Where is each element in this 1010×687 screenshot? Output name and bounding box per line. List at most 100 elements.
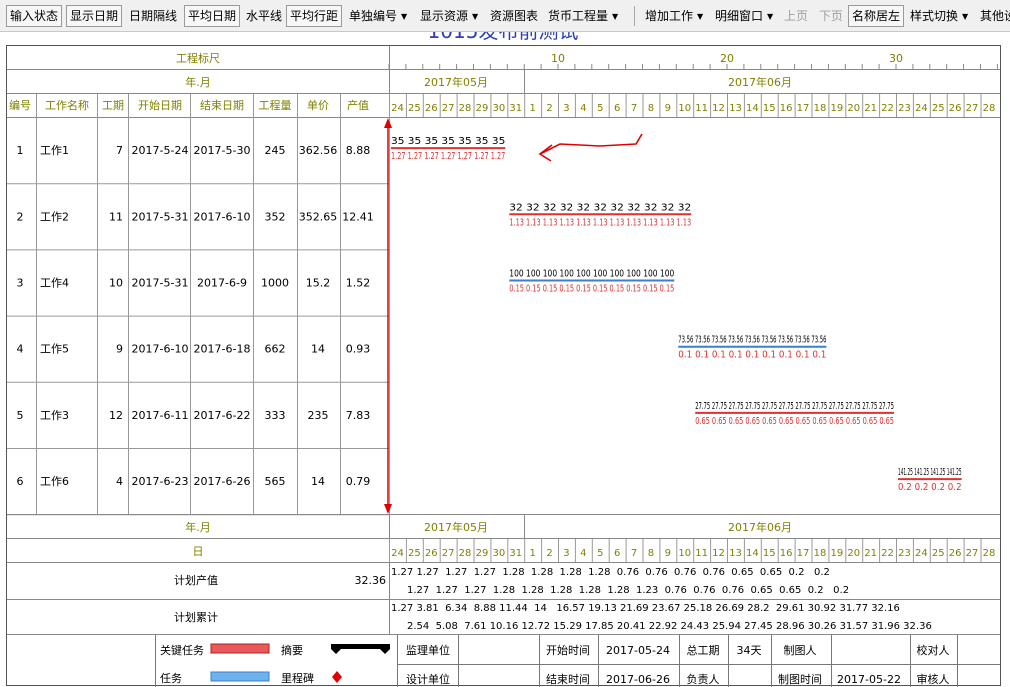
today-arrow-bottom [384,504,392,514]
bar-bottom-values: 0.65 0.65 0.65 0.65 0.65 0.65 0.65 0.65 … [695,416,894,427]
table-row[interactable]: 6 工作6 4 2017-6-23 2017-6-26 565 14 0.79 [17,475,371,488]
day-cell: 21 [864,103,877,114]
task-id: 5 [17,409,24,422]
day-cell: 24 [915,548,928,559]
detail-window-dropdown[interactable]: 明细窗口 ▼ [711,5,777,27]
day-cell: 14 [746,548,759,559]
day-cell: 8 [648,548,654,559]
avg-row-button[interactable]: 平均行距 [286,5,343,27]
scale-tick-20: 20 [720,52,734,65]
day-cell: 2 [546,548,552,559]
table-row[interactable]: 1 工作1 7 2017-5-24 2017-5-30 245 362.56 8.88 [17,144,371,157]
table-row[interactable]: 4 工作5 9 2017-6-10 2017-6-18 662 14 0.93 [17,343,371,356]
prev-page-button[interactable]: 上页 [780,5,812,27]
task-name: 工作4 [40,277,69,290]
day-cell: 14 [746,103,759,114]
toolbar: 输入状态 显示日期 日期隔线 平均日期 水平线 平均行距 单独编号 ▼ 显示资源 ▼… [0,0,1010,32]
day-cell: 15 [763,103,776,114]
task-price: 14 [311,343,325,356]
day-cell: 7 [631,103,637,114]
show-resource-label: 显示资源 [420,9,469,23]
task-name: 工作5 [40,343,69,356]
gantt-sheet: 1015发布前测试 工程标尺 年.月 2017年05月 2017年06月 10 … [6,32,1001,687]
day-cell: 19 [830,548,843,559]
task-value: 8.88 [346,144,371,157]
next-page-button[interactable]: 下页 [815,5,847,27]
year-month-label: 年.月 [185,75,211,89]
task-duration: 12 [109,409,123,422]
task-value: 0.93 [346,343,371,356]
day-cell: 4 [580,103,586,114]
task-duration: 10 [109,277,123,290]
day-cell: 4 [580,548,586,559]
h-line-button[interactable]: 水平线 [242,5,286,27]
task-start: 2017-5-31 [132,277,189,290]
chevron-down-icon: ▼ [962,11,969,21]
task-id: 4 [17,343,24,356]
bar-top-values: 27.75 27.75 27.75 27.75 27.75 27.75 27.7… [695,401,894,412]
task-id: 6 [17,475,24,488]
show-resource-dropdown[interactable]: 显示资源 ▼ [416,5,482,27]
day-cell: 23 [898,103,911,114]
style-switch-dropdown[interactable]: 样式切换 ▼ [906,5,972,27]
task-qty: 565 [265,475,286,488]
responsible-label: 负责人 [687,672,720,686]
bar-bottom-values: 1.13 1.13 1.13 1.13 1.13 1.13 1.13 1.13 … [509,217,691,228]
draw-time-label: 制图时间 [778,673,822,686]
task-qty: 352 [265,210,286,223]
task-qty: 245 [265,144,286,157]
day-cell: 27 [966,103,979,114]
date-interval-button[interactable]: 日期隔线 [125,5,181,27]
bottom-year-month-label: 年.月 [185,520,211,534]
day-cell: 13 [729,548,742,559]
annotation-arrowhead [538,144,553,162]
day-cell: 6 [614,103,620,114]
col-value: 产值 [347,98,369,112]
chevron-down-icon: ▼ [612,11,619,21]
add-work-dropdown[interactable]: 增加工作 ▼ [641,5,707,27]
day-cell: 25 [408,548,421,559]
avg-date-button[interactable]: 平均日期 [184,5,241,27]
task-name: 工作3 [40,409,69,422]
end-time-value: 2017-06-26 [606,673,670,686]
bar-top-values: 35 35 35 35 35 35 35 [391,136,505,147]
day-cell: 25 [932,548,945,559]
toolbar-separator [634,6,635,26]
col-price: 单价 [307,99,329,112]
name-left-button[interactable]: 名称居左 [848,5,905,27]
day-label: 日 [193,545,204,558]
may-label: 2017年05月 [424,75,488,89]
col-id: 编号 [9,98,31,112]
bar-bottom-values: 1.27 1.27 1.27 1.27 1.27 1.27 1.27 [391,151,505,162]
day-cell: 1 [529,548,535,559]
table-row[interactable]: 3 工作4 10 2017-5-31 2017-6-9 1000 15.2 1.52 [17,277,371,290]
day-cell: 28 [459,548,472,559]
day-cell: 1 [529,103,535,114]
day-cell: 27 [442,548,455,559]
day-cell: 17 [797,103,810,114]
day-cell: 28 [983,103,996,114]
day-cell: 5 [597,548,603,559]
other-settings-button[interactable]: 其他设 [976,5,1010,27]
legend-milestone-swatch [332,671,342,683]
task-id: 2 [17,210,24,223]
chevron-down-icon: ▼ [697,11,704,21]
table-row[interactable]: 5 工作3 12 2017-6-11 2017-6-22 333 235 7.83 [17,409,371,422]
task-end: 2017-6-10 [194,210,251,223]
resource-chart-button[interactable]: 资源图表 [486,5,542,27]
col-qty: 工程量 [259,99,292,112]
task-qty: 662 [265,343,286,356]
day-cell: 29 [476,548,489,559]
day-cell: 20 [847,103,860,114]
input-state-button[interactable]: 输入状态 [6,5,63,27]
currency-qty-dropdown[interactable]: 货币工程量 ▼ [544,5,622,27]
task-id: 1 [17,144,24,157]
total-duration-value: 34天 [737,644,762,657]
table-row[interactable]: 2 工作2 11 2017-5-31 2017-6-10 352 352.65 12.41 [17,210,374,223]
proofreader-label: 校对人 [917,643,950,657]
day-cell: 24 [391,548,404,559]
task-duration: 9 [116,343,123,356]
single-number-dropdown[interactable]: 单独编号 ▼ [345,5,411,27]
show-date-button[interactable]: 显示日期 [66,5,123,27]
bar-top-values: 32 32 32 32 32 32 32 32 32 32 32 [509,202,691,213]
